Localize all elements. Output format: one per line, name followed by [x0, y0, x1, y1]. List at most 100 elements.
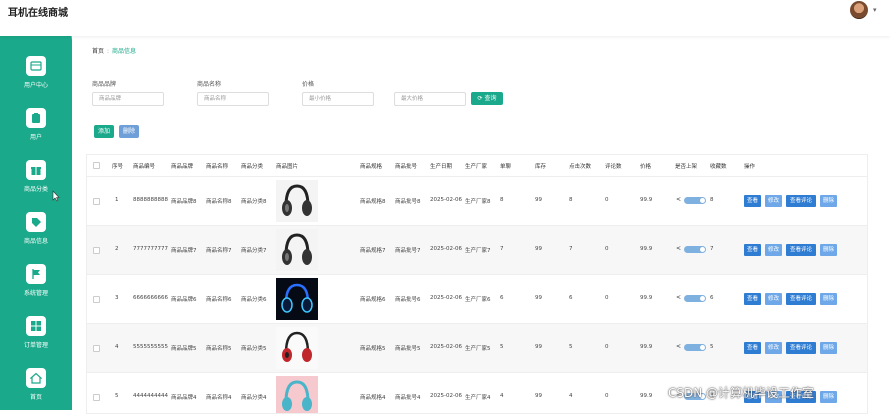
- breadcrumb-home[interactable]: 首页: [92, 48, 104, 55]
- cell-date: 2025-02-06: [430, 246, 462, 252]
- main-content: 首页: 商品信息 商品品牌 商品品牌 商品名称 商品名称 价格 最小价格 最大价格…: [72, 36, 890, 414]
- product-image[interactable]: [276, 278, 318, 320]
- sidebar-item-orders[interactable]: 订单管理: [0, 316, 72, 368]
- header-batch[interactable]: 商品批号: [395, 162, 417, 170]
- sidebar-item-user[interactable]: 用户: [0, 108, 72, 160]
- sidebar-item-label: 用户中心: [23, 82, 48, 89]
- delete-row-button[interactable]: 删除: [820, 391, 837, 403]
- cell-no: 5: [115, 393, 119, 399]
- on-sale-toggle[interactable]: [684, 246, 706, 253]
- header-name[interactable]: 商品名称: [206, 162, 228, 170]
- header-code[interactable]: 商品编号: [133, 162, 155, 170]
- row-checkbox[interactable]: [93, 247, 100, 254]
- breadcrumb: 首页: 商品信息: [92, 46, 136, 55]
- header-price[interactable]: 价格: [640, 162, 651, 170]
- cell-clicks: 7: [569, 246, 573, 252]
- edit-button[interactable]: 修改: [765, 342, 782, 354]
- cell-favorites: 8: [710, 197, 714, 203]
- view-button[interactable]: 查看: [744, 244, 761, 256]
- max-price-input[interactable]: 最大价格: [394, 92, 466, 106]
- header-stock[interactable]: 库存: [535, 162, 546, 170]
- edit-button[interactable]: 修改: [765, 195, 782, 207]
- product-image[interactable]: [276, 376, 318, 414]
- on-sale-toggle[interactable]: [684, 344, 706, 351]
- cell-spec: 商品规格7: [360, 248, 386, 254]
- header-brand[interactable]: 商品品牌: [171, 162, 193, 170]
- sidebar: 用户中心 用户 商品分类 商品信息 系统管理 订单管理 首页: [0, 22, 72, 410]
- header-clicks[interactable]: 点击次数: [569, 162, 591, 170]
- cell-chat: 4: [500, 393, 504, 399]
- row-checkbox[interactable]: [93, 345, 100, 352]
- delete-row-button[interactable]: 删除: [820, 342, 837, 354]
- clipboard-icon: [26, 108, 46, 128]
- on-sale-toggle[interactable]: [684, 197, 706, 204]
- view-button[interactable]: 查看: [744, 293, 761, 305]
- delete-button[interactable]: 删除: [119, 125, 139, 138]
- cell-code: 4444444444: [133, 393, 168, 399]
- view-button[interactable]: 查看: [744, 195, 761, 207]
- cell-name: 商品名称6: [206, 297, 232, 303]
- cell-code: 7777777777: [133, 246, 168, 252]
- breadcrumb-separator: :: [107, 48, 110, 55]
- table-row: 4 5555555555 商品品牌5 商品名称5 商品分类5 商品规格5 商品批号5 2025…: [87, 324, 867, 373]
- gift-icon: [26, 160, 46, 180]
- cell-stock: 99: [535, 197, 542, 203]
- min-price-input[interactable]: 最小价格: [302, 92, 374, 106]
- select-all-checkbox[interactable]: [93, 162, 100, 169]
- chevron-down-icon[interactable]: ▾: [873, 6, 877, 14]
- on-sale-toggle[interactable]: [684, 295, 706, 302]
- cell-name: 商品名称4: [206, 395, 232, 401]
- add-button[interactable]: 添加: [94, 125, 114, 138]
- cell-batch: 商品批号7: [395, 248, 421, 254]
- cell-name: 商品名称7: [206, 248, 232, 254]
- sidebar-item-category[interactable]: 商品分类: [0, 160, 72, 212]
- edit-button[interactable]: 修改: [765, 293, 782, 305]
- top-bar: 耳机在线商城 ▾: [0, 0, 890, 36]
- product-image[interactable]: [276, 229, 318, 271]
- header-maker[interactable]: 生产厂家: [465, 162, 487, 170]
- cell-spec: 商品规格8: [360, 199, 386, 205]
- cell-date: 2025-02-06: [430, 344, 462, 350]
- delete-row-button[interactable]: 删除: [820, 195, 837, 207]
- product-image[interactable]: [276, 180, 318, 222]
- view-comments-button[interactable]: 查看评论: [786, 195, 816, 207]
- cell-no: 2: [115, 246, 119, 252]
- breadcrumb-current: 商品信息: [112, 48, 137, 55]
- cell-category: 商品分类7: [241, 248, 267, 254]
- row-checkbox[interactable]: [93, 394, 100, 401]
- header-favorites[interactable]: 收藏数: [710, 162, 727, 170]
- product-image[interactable]: [276, 327, 318, 369]
- view-comments-button[interactable]: 查看评论: [786, 244, 816, 256]
- cell-comments: 0: [605, 246, 609, 252]
- view-button[interactable]: 查看: [744, 342, 761, 354]
- view-comments-button[interactable]: 查看评论: [786, 293, 816, 305]
- delete-row-button[interactable]: 删除: [820, 244, 837, 256]
- sidebar-item-user-center[interactable]: 用户中心: [0, 56, 72, 108]
- avatar[interactable]: [850, 1, 868, 19]
- cell-no: 3: [115, 295, 119, 301]
- sidebar-item-label: 订单管理: [23, 342, 48, 349]
- cell-clicks: 6: [569, 295, 573, 301]
- row-checkbox[interactable]: [93, 198, 100, 205]
- table-row: 2 7777777777 商品品牌7 商品名称7 商品分类7 商品规格7 商品批号7 2025…: [87, 226, 867, 275]
- header-date[interactable]: 生产日期: [430, 162, 452, 170]
- app-title: 耳机在线商城: [8, 8, 68, 19]
- sidebar-item-home[interactable]: 首页: [0, 368, 72, 420]
- row-checkbox[interactable]: [93, 296, 100, 303]
- header-chat[interactable]: 单聊: [500, 162, 511, 170]
- header-category[interactable]: 商品分类: [241, 162, 263, 170]
- delete-row-button[interactable]: 删除: [820, 293, 837, 305]
- header-on-sale[interactable]: 是否上架: [675, 162, 697, 170]
- sidebar-item-product[interactable]: 商品信息: [0, 212, 72, 264]
- sidebar-item-system[interactable]: 系统管理: [0, 264, 72, 316]
- header-spec[interactable]: 商品规格: [360, 162, 382, 170]
- edit-button[interactable]: 修改: [765, 244, 782, 256]
- name-input[interactable]: 商品名称: [197, 92, 269, 106]
- cell-comments: 0: [605, 295, 609, 301]
- brand-input[interactable]: 商品品牌: [92, 92, 164, 106]
- cell-chat: 8: [500, 197, 504, 203]
- view-comments-button[interactable]: 查看评论: [786, 342, 816, 354]
- query-button[interactable]: ⟳ 查询: [471, 92, 503, 105]
- header-comments[interactable]: 评论数: [605, 162, 622, 170]
- cell-clicks: 8: [569, 197, 573, 203]
